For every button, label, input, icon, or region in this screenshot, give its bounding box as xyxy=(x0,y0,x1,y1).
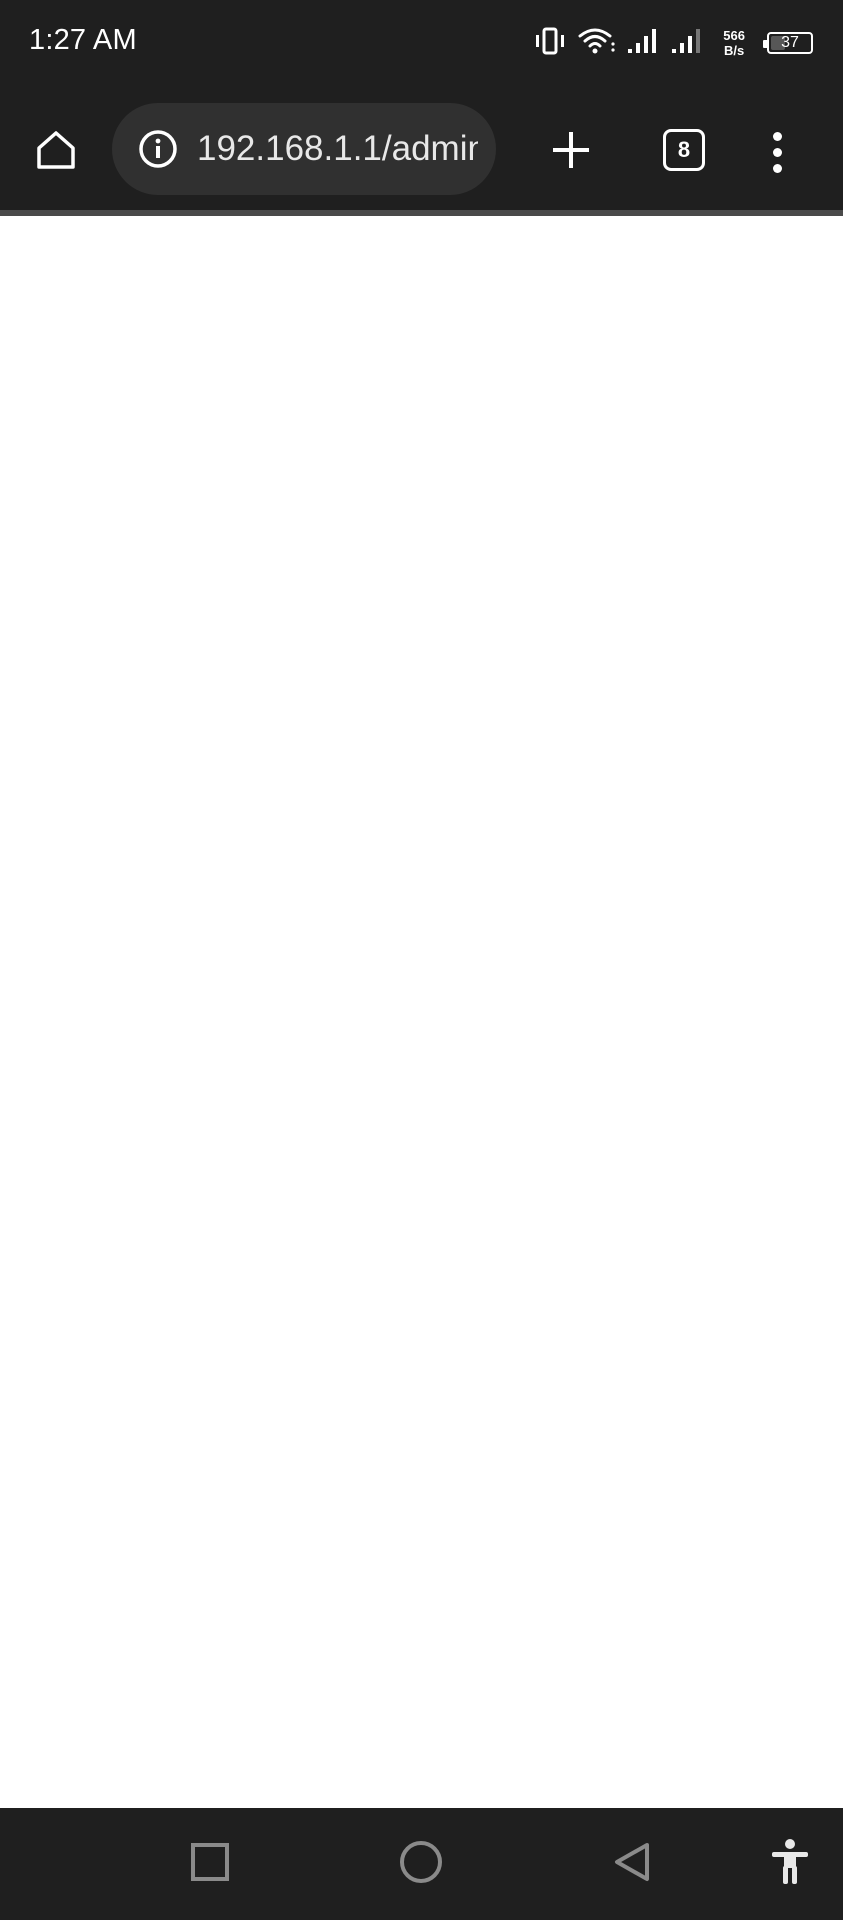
home-nav-button[interactable] xyxy=(389,1832,453,1896)
recents-square-icon xyxy=(189,1841,231,1888)
more-vert-icon xyxy=(772,131,782,173)
battery-level: 37 xyxy=(781,34,799,51)
status-bar: 1:27 AM 566 B/s 37 xyxy=(0,0,843,88)
home-button[interactable] xyxy=(30,126,82,178)
browser-toolbar: 192.168.1.1/admin 8 xyxy=(0,88,843,210)
url-text[interactable]: 192.168.1.1/admin xyxy=(197,127,478,171)
accessibility-icon xyxy=(769,1838,811,1891)
battery-icon: 37 xyxy=(763,32,813,54)
network-speed-unit: B/s xyxy=(724,43,745,58)
tab-switcher-button[interactable]: 8 xyxy=(663,129,705,171)
back-button[interactable] xyxy=(600,1832,664,1896)
more-menu-button[interactable] xyxy=(760,126,794,178)
vibrate-icon xyxy=(533,26,567,61)
wifi-icon xyxy=(577,26,617,61)
phone-screen: 1:27 AM 566 B/s 37 192.168.1.1/admin 8 xyxy=(0,0,843,1920)
home-icon xyxy=(34,128,78,177)
plus-icon xyxy=(550,129,592,176)
system-nav-bar xyxy=(0,1808,843,1920)
network-speed-value: 566 xyxy=(723,28,745,43)
signal-icon xyxy=(627,26,661,61)
home-circle-icon xyxy=(398,1839,444,1890)
new-tab-button[interactable] xyxy=(545,126,597,178)
network-speed: 566 B/s xyxy=(723,28,745,58)
address-bar[interactable]: 192.168.1.1/admin xyxy=(112,103,496,195)
accessibility-button[interactable] xyxy=(758,1832,822,1896)
status-icons: 566 B/s 37 xyxy=(533,22,813,64)
tab-count: 8 xyxy=(677,137,691,162)
back-triangle-icon xyxy=(611,1841,653,1888)
info-icon[interactable] xyxy=(138,129,178,169)
web-page-content[interactable] xyxy=(0,216,843,1808)
status-time: 1:27 AM xyxy=(29,24,137,56)
signal-icon-2 xyxy=(671,26,705,61)
recents-button[interactable] xyxy=(178,1832,242,1896)
